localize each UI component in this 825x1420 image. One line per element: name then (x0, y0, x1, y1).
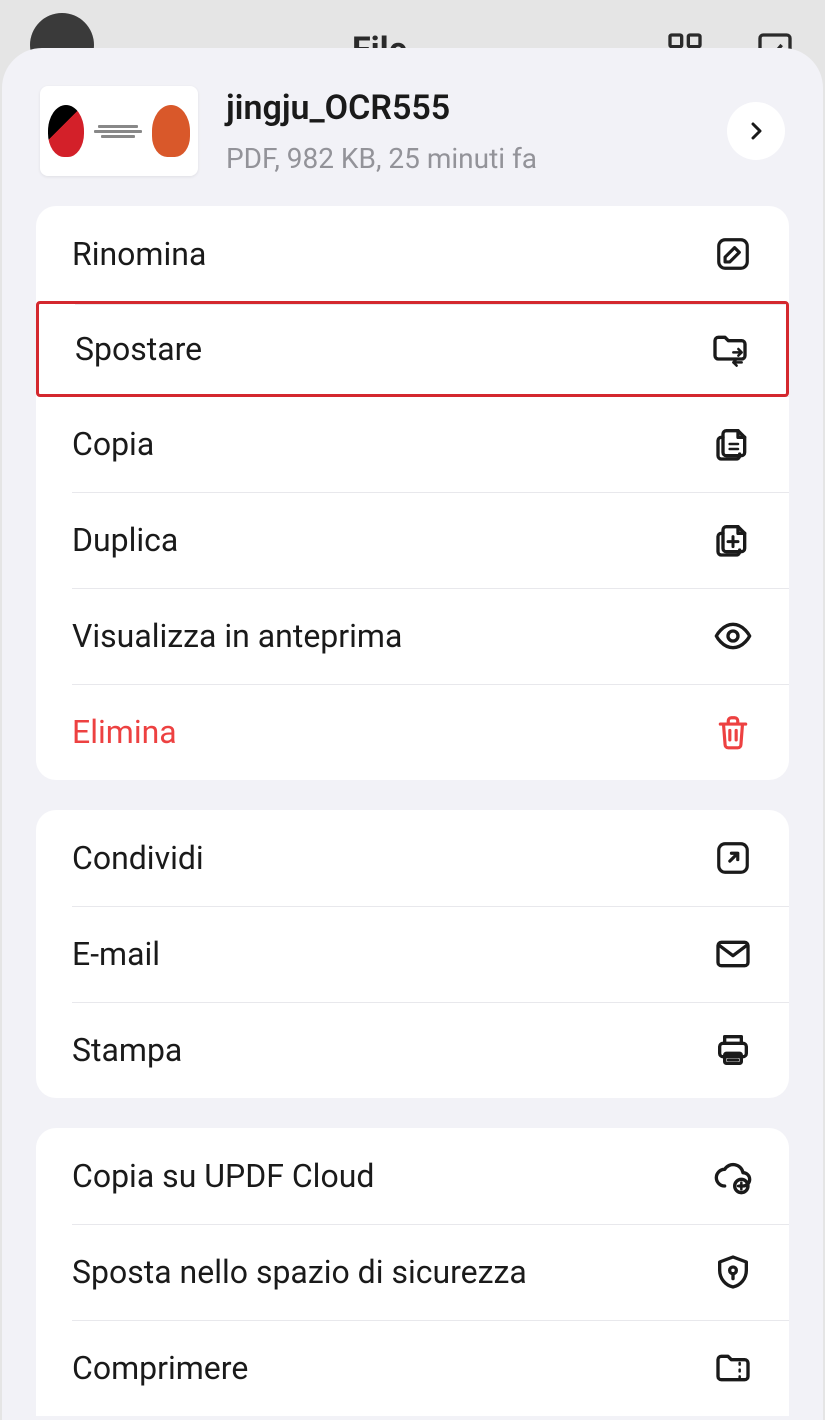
delete-label: Elimina (72, 713, 177, 751)
preview-row[interactable]: Visualizza in anteprima (36, 588, 789, 684)
file-name: jingju_OCR555 (226, 88, 699, 128)
file-details-button[interactable] (727, 102, 785, 160)
chevron-right-icon (744, 119, 768, 143)
printer-icon (713, 1030, 753, 1070)
cloud-add-icon (713, 1156, 753, 1196)
copy-icon (713, 424, 753, 464)
duplicate-row[interactable]: Duplica (36, 492, 789, 588)
edit-icon (713, 234, 753, 274)
copy-row[interactable]: Copia (36, 396, 789, 492)
mail-icon (713, 934, 753, 974)
thumbnail-text (84, 125, 152, 138)
file-info: jingju_OCR555 PDF, 982 KB, 25 minuti fa (226, 88, 699, 175)
cloud-label: Copia su UPDF Cloud (72, 1157, 374, 1195)
move-label: Spostare (75, 330, 202, 368)
rename-label: Rinomina (72, 235, 206, 273)
copy-label: Copia (72, 425, 154, 463)
delete-row[interactable]: Elimina (36, 684, 789, 780)
share-label: Condividi (72, 839, 204, 877)
compress-label: Comprimere (72, 1349, 248, 1387)
duplicate-icon (713, 520, 753, 560)
file-thumbnail (40, 86, 198, 176)
print-row[interactable]: Stampa (36, 1002, 789, 1098)
shield-lock-icon (713, 1252, 753, 1292)
action-sheet: jingju_OCR555 PDF, 982 KB, 25 minuti fa … (2, 48, 823, 1420)
archive-icon (713, 1348, 753, 1388)
secure-row[interactable]: Sposta nello spazio di sicurezza (36, 1224, 789, 1320)
file-meta: PDF, 982 KB, 25 minuti fa (226, 142, 699, 175)
email-label: E-mail (72, 935, 160, 973)
storage-section: Copia su UPDF Cloud Sposta nello spazio … (36, 1128, 789, 1416)
duplicate-label: Duplica (72, 521, 178, 559)
thumbnail-graphic-right (152, 105, 190, 157)
rename-row[interactable]: Rinomina (36, 206, 789, 302)
share-row[interactable]: Condividi (36, 810, 789, 906)
compress-row[interactable]: Comprimere (36, 1320, 789, 1416)
move-row[interactable]: Spostare (36, 301, 789, 397)
trash-icon (713, 712, 753, 752)
print-label: Stampa (72, 1031, 182, 1069)
eye-icon (713, 616, 753, 656)
email-row[interactable]: E-mail (36, 906, 789, 1002)
file-header[interactable]: jingju_OCR555 PDF, 982 KB, 25 minuti fa (2, 86, 823, 206)
folder-move-icon (710, 329, 750, 369)
secure-label: Sposta nello spazio di sicurezza (72, 1253, 527, 1291)
preview-label: Visualizza in anteprima (72, 617, 402, 655)
share-section: Condividi E-mail Stampa (36, 810, 789, 1098)
external-link-icon (713, 838, 753, 878)
cloud-row[interactable]: Copia su UPDF Cloud (36, 1128, 789, 1224)
thumbnail-graphic-left (48, 105, 84, 157)
file-actions-section: Rinomina Spostare Copia Duplica Visualiz… (36, 206, 789, 780)
